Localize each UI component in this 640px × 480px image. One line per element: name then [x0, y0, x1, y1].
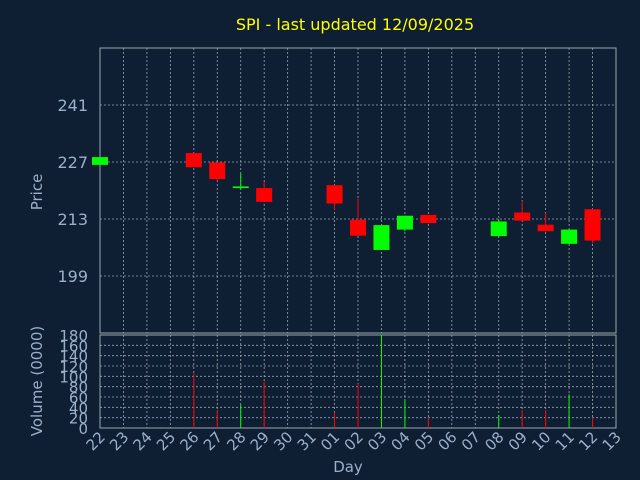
- x-tick-label: 27: [200, 428, 226, 454]
- volume-panel: 0204060801001201401601802223242526272829…: [59, 327, 624, 454]
- x-tick-label: 06: [434, 428, 460, 454]
- candle-body: [209, 162, 226, 180]
- x-tick-label: 01: [317, 428, 343, 454]
- price-plot-frame: [99, 47, 617, 334]
- chart-title: SPI - last updated 12/09/2025: [236, 15, 474, 34]
- x-axis-label: Day: [333, 458, 363, 476]
- x-tick-label: 07: [458, 428, 484, 454]
- x-tick-label: 12: [575, 428, 601, 454]
- x-tick-label: 30: [270, 428, 296, 454]
- x-tick-label: 10: [528, 428, 554, 454]
- candle-body: [537, 224, 554, 232]
- price-tick-label: 213: [57, 210, 88, 229]
- price-tick-label: 241: [57, 96, 88, 115]
- candle-body: [561, 229, 578, 244]
- candle-body: [490, 221, 507, 237]
- x-tick-label: 24: [130, 428, 156, 454]
- x-tick-label: 28: [223, 428, 249, 454]
- price-panel: 199 213 227 241: [57, 47, 617, 334]
- x-tick-label: 02: [341, 428, 367, 454]
- x-tick-label: 04: [388, 428, 414, 454]
- x-tick-label: 13: [599, 428, 625, 454]
- x-tick-label: 29: [247, 428, 273, 454]
- candle-body: [514, 212, 531, 221]
- x-tick-label: 31: [294, 428, 320, 454]
- x-tick-label: 03: [364, 428, 390, 454]
- candle-body: [420, 214, 437, 224]
- volume-tick-label: 180: [59, 327, 88, 345]
- price-tick-label: 199: [57, 267, 88, 286]
- candle-body: [185, 153, 202, 168]
- candle-body: [326, 185, 343, 204]
- price-axis-label: Price: [28, 174, 46, 211]
- candle-body: [232, 186, 249, 189]
- x-tick-label: 11: [552, 428, 578, 454]
- x-tick-label: 05: [411, 428, 437, 454]
- candle-body: [256, 188, 273, 202]
- candle-body: [350, 219, 366, 236]
- chart-svg: SPI - last updated 12/09/2025 199 213 227 2…: [28, 15, 625, 476]
- x-tick-label: 08: [481, 428, 507, 454]
- x-tick-label: 25: [153, 428, 179, 454]
- candle-body: [373, 225, 390, 250]
- candle-body: [584, 209, 601, 241]
- volume-axis-label: Volume (0000): [28, 326, 46, 436]
- x-tick-label: 23: [106, 428, 132, 454]
- candle-body: [396, 215, 413, 230]
- x-tick-label: 26: [176, 428, 202, 454]
- candle-body: [92, 157, 108, 165]
- price-tick-label: 227: [57, 153, 88, 172]
- x-tick-label: 09: [505, 428, 531, 454]
